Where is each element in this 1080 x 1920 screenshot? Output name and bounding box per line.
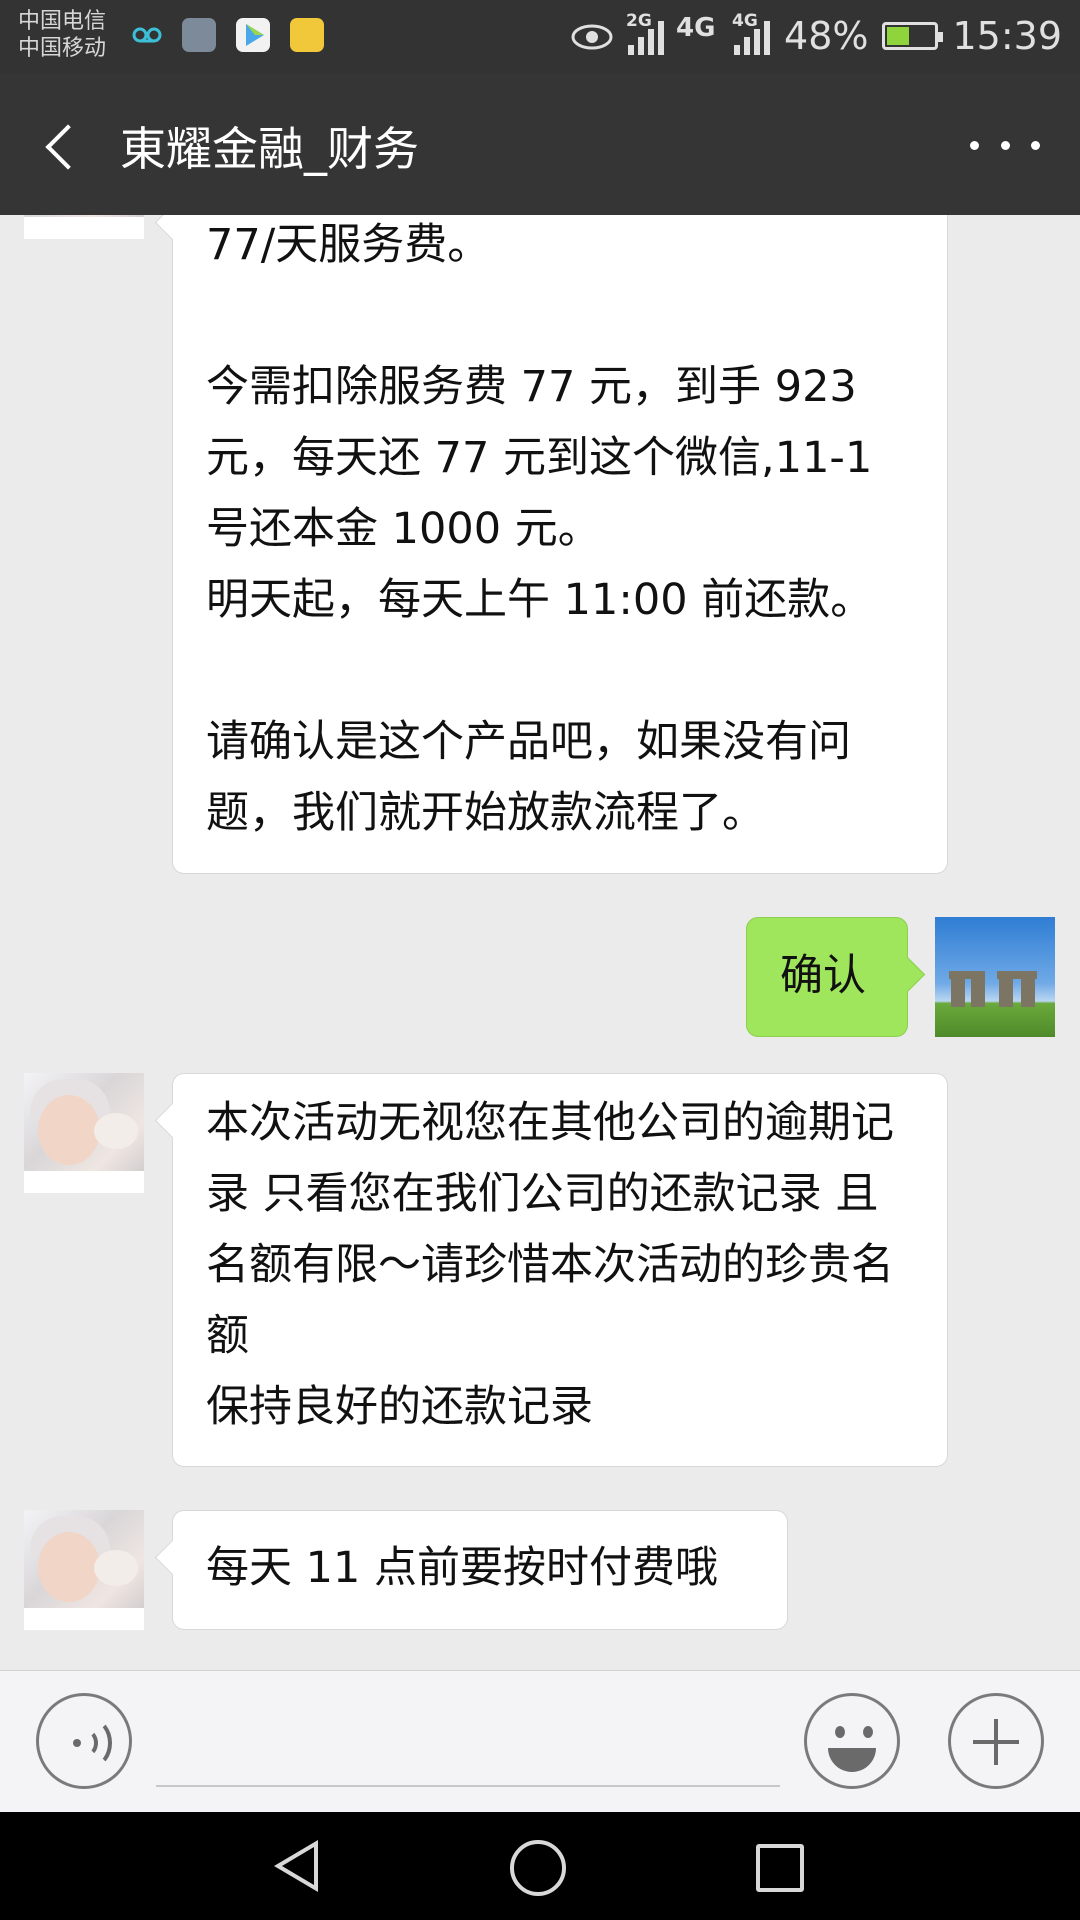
battery-icon <box>882 22 944 50</box>
status-bar: 中国电信 中国移动 2G 4G 4G 48% 15:39 <box>0 0 1080 73</box>
back-arrow-icon[interactable] <box>30 103 110 187</box>
input-bar <box>0 1670 1080 1812</box>
pp-app-icon <box>290 18 324 52</box>
message-input[interactable] <box>156 1785 780 1787</box>
user-avatar[interactable] <box>935 917 1055 1037</box>
battery-level <box>887 27 910 45</box>
gallery-icon <box>182 18 216 52</box>
voice-input-icon[interactable] <box>36 1693 132 1789</box>
chat-area[interactable]: 77/天服务费。 今需扣除服务费 77 元，到手 923 元，每天还 77 元到… <box>0 215 1080 1670</box>
carrier-2: 中国移动 <box>18 36 107 61</box>
status-right: 2G 4G 4G 48% 15:39 <box>570 10 1062 62</box>
carrier-1: 中国电信 <box>18 9 107 34</box>
eye-icon <box>571 24 613 50</box>
nav-back-icon[interactable] <box>274 1840 318 1892</box>
sent-message-bubble[interactable]: 确认 <box>746 917 908 1037</box>
more-options-icon[interactable] <box>970 119 1040 171</box>
contact-avatar[interactable] <box>24 215 144 239</box>
message-bubble[interactable]: 77/天服务费。 今需扣除服务费 77 元，到手 923 元，每天还 77 元到… <box>172 215 948 874</box>
title-bar: 東耀金融_财务 <box>0 73 1080 215</box>
nav-recent-apps-icon[interactable] <box>756 1844 804 1892</box>
video-player-icon <box>236 18 270 52</box>
battery-percent: 48% <box>784 14 869 58</box>
signal-icon-2: 4G <box>676 13 720 55</box>
nav-home-icon[interactable] <box>510 1840 566 1896</box>
clock: 15:39 <box>952 14 1062 58</box>
network-type-3: 4G <box>732 11 758 31</box>
message-bubble[interactable]: 本次活动无视您在其他公司的逾期记录 只看您在我们公司的还款记录 且名额有限～请珍… <box>172 1073 948 1467</box>
plus-icon[interactable] <box>948 1693 1044 1789</box>
message-bubble[interactable]: 每天 11 点前要按时付费哦 <box>172 1510 788 1630</box>
voicemail-icon <box>130 18 164 52</box>
signal-icon-3: 4G <box>732 11 771 55</box>
navigation-bar <box>0 1812 1080 1920</box>
network-type-2: 4G <box>676 13 716 43</box>
network-type-1: 2G <box>626 11 652 31</box>
chat-title: 東耀金融_财务 <box>120 122 419 176</box>
carrier-labels: 中国电信 中国移动 <box>18 8 106 62</box>
emoji-icon[interactable] <box>804 1693 900 1789</box>
contact-avatar[interactable] <box>24 1073 144 1193</box>
contact-avatar[interactable] <box>24 1510 144 1630</box>
signal-icon-1: 2G <box>626 11 665 55</box>
